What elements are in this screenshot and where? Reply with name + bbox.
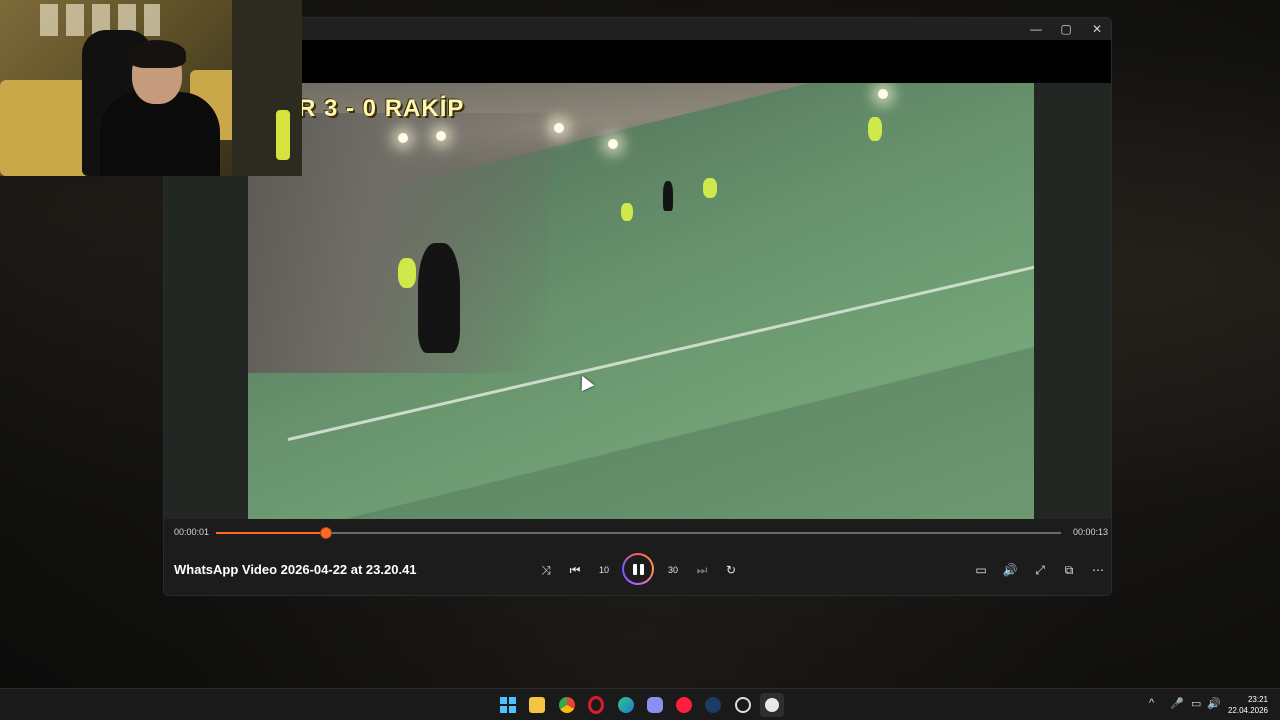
minimize-button[interactable]: — xyxy=(1021,18,1051,40)
taskbar-chatgpt[interactable] xyxy=(731,693,755,717)
stadium-light xyxy=(398,133,408,143)
stadium-light xyxy=(878,89,888,99)
video-frame[interactable]: R 3 - 0 RAKİP xyxy=(248,83,1034,519)
previous-icon: ⏮ xyxy=(569,562,581,577)
seek-bar-played xyxy=(216,532,326,534)
seek-bar[interactable] xyxy=(216,527,1061,539)
player-figure xyxy=(663,181,673,211)
taskbar-youtube-music[interactable] xyxy=(672,693,696,717)
windows-icon xyxy=(500,697,516,713)
miniplayer-icon: ⧉ xyxy=(1064,562,1074,577)
clock-time: 23:21 xyxy=(1247,695,1268,704)
stadium-light xyxy=(436,131,446,141)
folder-icon xyxy=(529,697,545,713)
previous-button[interactable]: ⏮ xyxy=(563,558,587,582)
player-figure xyxy=(418,243,460,353)
taskbar-file-explorer[interactable] xyxy=(525,693,549,717)
seek-bar-handle[interactable] xyxy=(319,527,332,539)
network-icon[interactable]: ▭ xyxy=(1191,697,1201,710)
chrome-icon xyxy=(559,697,575,713)
steam-icon xyxy=(705,697,721,713)
next-icon: ⏭ xyxy=(696,562,708,577)
opera-icon xyxy=(588,696,604,714)
shuffle-button[interactable]: ⤨ xyxy=(534,558,558,582)
player-bib xyxy=(703,178,717,198)
chatgpt-icon xyxy=(735,697,751,713)
volume-icon: 🔊 xyxy=(1002,563,1018,577)
miniplayer-button[interactable]: ⧉ xyxy=(1057,558,1081,582)
total-time: 00:00:13 xyxy=(1073,527,1109,537)
streamer-body xyxy=(100,92,220,176)
shuffle-icon: ⤨ xyxy=(541,562,551,577)
taskbar-chrome[interactable] xyxy=(555,693,579,717)
taskbar-steam[interactable] xyxy=(701,693,725,717)
maximize-button[interactable]: ▢ xyxy=(1051,18,1081,40)
media-player-icon xyxy=(765,698,779,712)
subtitles-icon: ▭ xyxy=(975,563,987,577)
stadium-light xyxy=(554,123,564,133)
more-options-button[interactable]: ⋯ xyxy=(1086,558,1110,582)
rewind-10-icon: 10 xyxy=(598,565,609,575)
mic-icon[interactable]: 🎤 xyxy=(1170,697,1184,710)
youtube-music-icon xyxy=(676,697,692,713)
player-bib xyxy=(621,203,633,221)
bookshelf xyxy=(232,0,302,176)
title-bar: — ▢ ✕ xyxy=(164,18,1111,40)
clock-date: 22.04.2026 xyxy=(1227,706,1268,715)
volume-tray-icon[interactable]: 🔊 xyxy=(1207,697,1221,710)
close-button[interactable]: ✕ xyxy=(1082,18,1111,40)
video-area[interactable]: R 3 - 0 RAKİP xyxy=(164,83,1111,519)
pause-icon xyxy=(624,555,652,583)
rewind-button[interactable]: 10 xyxy=(592,558,616,582)
header-strip xyxy=(164,40,1111,83)
video-title: WhatsApp Video 2026-04-22 at 23.20.41 xyxy=(174,562,417,577)
volume-button[interactable]: 🔊 xyxy=(998,558,1022,582)
current-time: 00:00:01 xyxy=(174,527,210,537)
score-overlay-text: R 3 - 0 RAKİP xyxy=(298,95,465,122)
taskbar-media-player[interactable] xyxy=(760,693,784,717)
subtitles-button[interactable]: ▭ xyxy=(969,558,993,582)
media-player-window: — ▢ ✕ R 3 - 0 RAKİP 00:00:01 00:00:13 Wh… xyxy=(163,17,1112,596)
player-bib xyxy=(398,258,416,288)
fullscreen-button[interactable]: ⤢ xyxy=(1028,558,1052,582)
taskbar: ^ 🎤 ▭ 🔊 23:21 22.04.2026 xyxy=(0,688,1280,720)
streamer-hair xyxy=(128,40,186,68)
forward-button[interactable]: 30 xyxy=(661,558,685,582)
pause-button[interactable] xyxy=(622,553,654,585)
tray-overflow-chevron[interactable]: ^ xyxy=(1149,697,1154,709)
repeat-button[interactable]: ↻ xyxy=(719,558,743,582)
drink-bottle xyxy=(276,110,290,160)
more-icon: ⋯ xyxy=(1092,563,1104,577)
player-controls: 00:00:01 00:00:13 WhatsApp Video 2026-04… xyxy=(164,519,1111,595)
taskbar-opera[interactable] xyxy=(584,693,608,717)
repeat-icon: ↻ xyxy=(725,563,737,577)
next-button[interactable]: ⏭ xyxy=(690,558,714,582)
taskbar-edge[interactable] xyxy=(614,693,638,717)
webcam-overlay xyxy=(0,0,302,176)
forward-30-icon: 30 xyxy=(667,565,678,575)
player-bib xyxy=(868,117,882,141)
start-button[interactable] xyxy=(496,693,520,717)
stadium-light xyxy=(608,139,618,149)
system-clock[interactable]: 23:21 22.04.2026 xyxy=(1228,694,1268,716)
edge-icon xyxy=(618,697,634,713)
discord-icon xyxy=(647,697,663,713)
taskbar-discord[interactable] xyxy=(643,693,667,717)
fullscreen-icon: ⤢ xyxy=(1035,562,1045,577)
